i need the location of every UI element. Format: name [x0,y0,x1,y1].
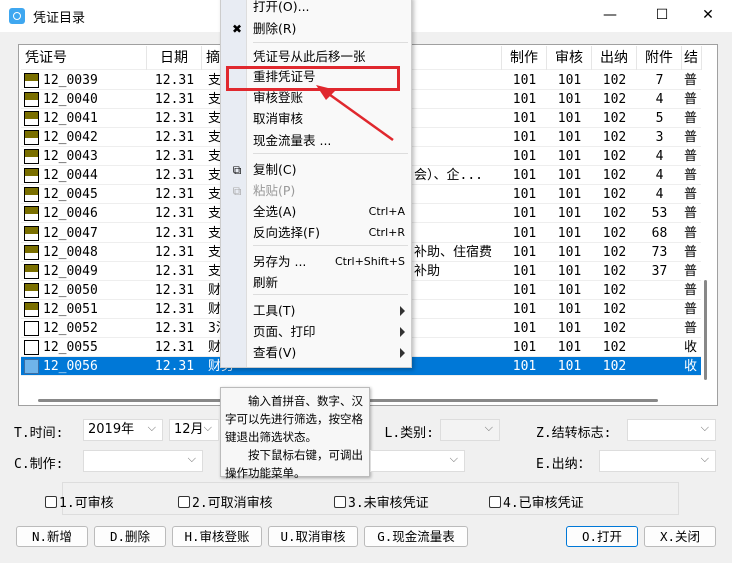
maker-label: C.制作: [14,457,64,472]
category-label: L.类别: [384,426,434,441]
checkbox-label: 2.可取消审核 [192,496,273,511]
checkbox-can-cancel-audit[interactable]: 2.可取消审核 [178,492,273,511]
cash-flow-button[interactable]: G.现金流量表 [364,526,468,547]
annotation-arrow [316,85,394,142]
checkbox-box[interactable] [334,495,346,508]
delete-button[interactable]: D.删除 [94,526,166,547]
tooltip-line2: 按下鼠标右键，可调出操作功能菜单。 [225,448,363,480]
checkbox-label: 3.未审核凭证 [348,496,429,511]
auditor-select[interactable] [370,449,465,472]
checkbox-can-audit[interactable]: 1.可审核 [45,492,114,511]
maker-select[interactable] [83,449,203,472]
checkbox-box[interactable] [178,495,190,508]
tooltip-line1: 输入首拼音、数字、汉字可以先进行筛选，按空格键退出筛选状态。 [225,394,363,444]
cashier-select[interactable] [599,449,716,472]
carry-select[interactable] [627,418,716,441]
checkbox-label: 4.已审核凭证 [503,496,584,511]
open-button[interactable]: O.打开 [566,526,638,547]
new-button[interactable]: N.新增 [16,526,88,547]
close-dialog-button[interactable]: X.关闭 [644,526,716,547]
year-select[interactable]: 2019年 [83,418,163,441]
carry-label: Z.结转标志: [536,426,612,441]
cashier-label: E.出纳： [536,457,591,472]
checkbox-box[interactable] [489,495,501,508]
month-select[interactable]: 12月 [169,418,219,441]
checkbox-label: 1.可审核 [59,496,114,511]
audit-post-button[interactable]: H.审核登账 [172,526,262,547]
cancel-audit-button[interactable]: U.取消审核 [268,526,358,547]
tooltip: 输入首拼音、数字、汉字可以先进行筛选，按空格键退出筛选状态。 按下鼠标右键，可调… [220,387,370,480]
checkbox-box[interactable] [45,495,57,508]
checkbox-audited[interactable]: 4.已审核凭证 [489,492,584,511]
checkbox-unaudited[interactable]: 3.未审核凭证 [334,492,429,511]
time-label: T.时间: [14,426,64,441]
category-select[interactable] [440,418,500,441]
